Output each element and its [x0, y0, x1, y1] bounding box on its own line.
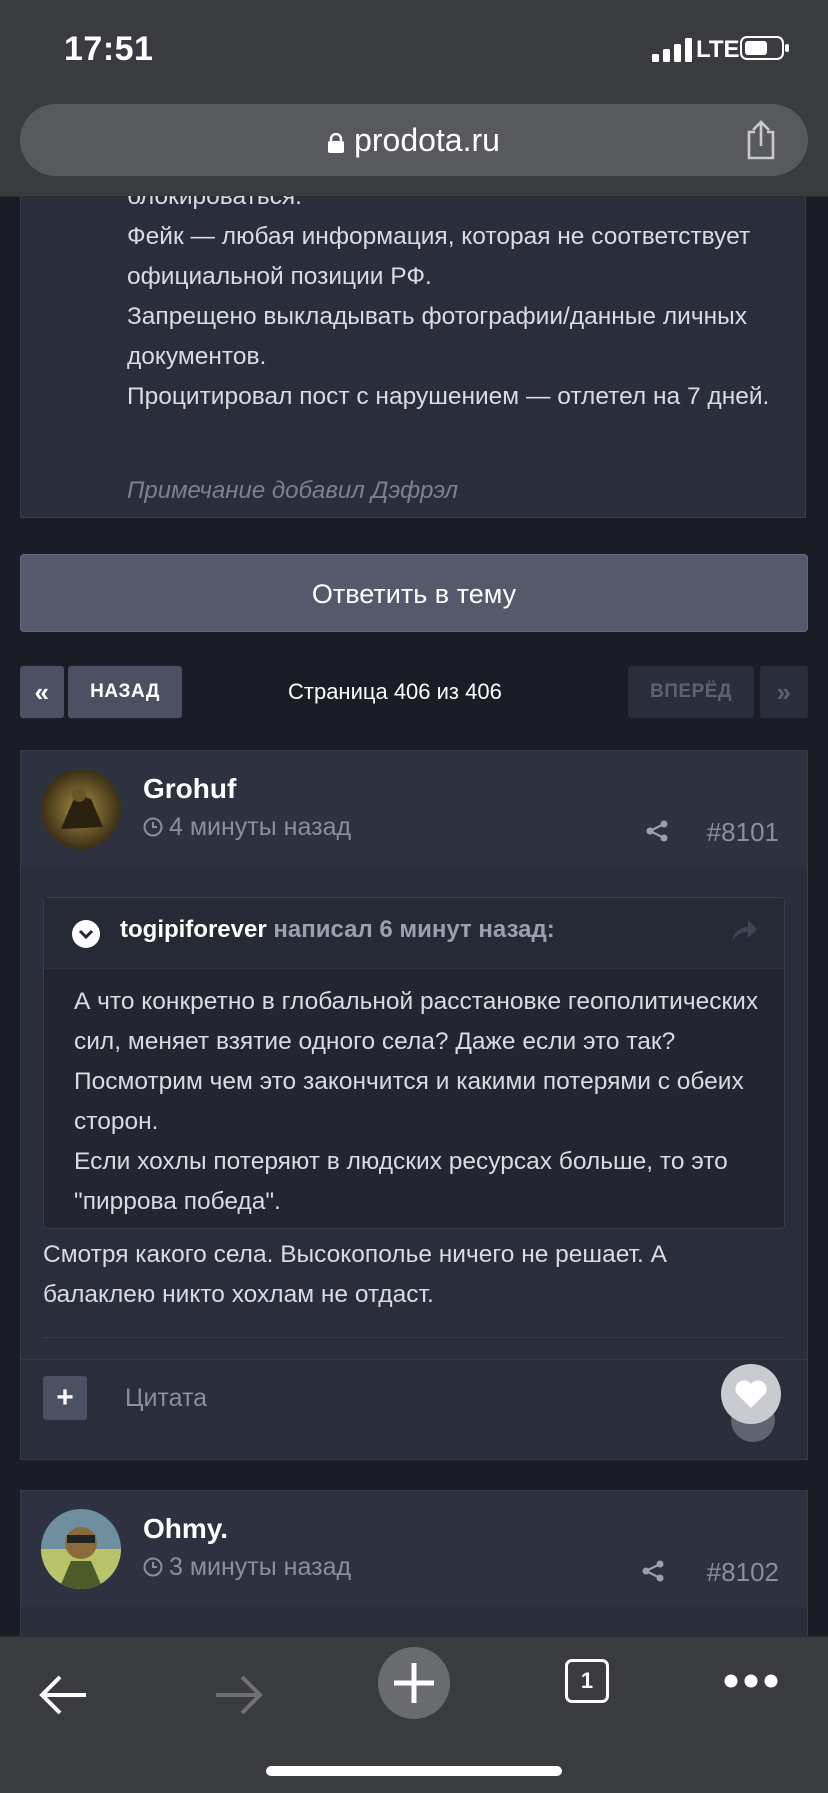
tabs-button[interactable]: 1 [565, 1659, 609, 1703]
post-time-text: 4 минуты назад [169, 813, 352, 841]
share-icon[interactable] [744, 120, 778, 160]
post-divider [43, 1337, 785, 1338]
address-bar[interactable]: prodota.ru [20, 104, 808, 176]
page-content: блокироваться. Фейк — любая информация, … [0, 196, 828, 1636]
post-header: Grohuf 4 минуты назад #8101 [21, 751, 807, 867]
next-page-button[interactable]: ВПЕРЁД [628, 666, 754, 718]
quote-meta: написал 6 минут назад: [266, 916, 555, 943]
share-icon[interactable] [641, 1559, 665, 1583]
like-button[interactable] [721, 1364, 781, 1424]
clock-icon [143, 817, 163, 837]
quote-citation: togipiforever написал 6 минут назад: [120, 916, 555, 944]
prev-page-button[interactable]: НАЗАД [68, 666, 182, 718]
post-time: 3 минуты назад [143, 1553, 351, 1582]
quote-block: togipiforever написал 6 минут назад: А ч… [43, 897, 785, 1229]
url-text: prodota.ru [354, 122, 500, 158]
notice-line: Запрещено выкладывать фотографии/данные … [127, 303, 747, 370]
moderator-notice: блокироваться. Фейк — любая информация, … [20, 196, 806, 518]
forum-post: Grohuf 4 минуты назад #8101 togipiforeve… [20, 750, 808, 1360]
avatar[interactable] [41, 1509, 121, 1589]
tabs-count: 1 [580, 1668, 594, 1693]
quote-author[interactable]: togipiforever [120, 916, 267, 943]
quote-header: togipiforever написал 6 минут назад: [44, 898, 784, 969]
page-indicator: Страница 406 из 406 [288, 679, 502, 704]
first-page-button[interactable]: « [20, 666, 64, 718]
go-to-quote-icon[interactable] [730, 918, 758, 944]
pagination: « НАЗАД Страница 406 из 406 ВПЕРЁД » [20, 666, 808, 718]
chevron-down-icon[interactable] [72, 920, 100, 948]
quote-button[interactable]: Цитата [125, 1384, 207, 1413]
reply-to-topic-button[interactable]: Ответить в тему [20, 554, 808, 632]
post-time-text: 3 минуты назад [169, 1553, 352, 1581]
notice-line: Процитировал пост с нарушением — отлетел… [127, 383, 770, 410]
clock-icon [143, 1557, 163, 1577]
battery-icon [740, 36, 789, 60]
quote-line: А что конкретно в глобальной расстановке… [74, 988, 759, 1135]
new-tab-plus-icon[interactable] [378, 1647, 450, 1719]
quote-text: А что конкретно в глобальной расстановке… [74, 982, 764, 1222]
notice-line: блокироваться. [127, 196, 302, 210]
status-time: 17:51 [64, 30, 154, 68]
notice-line: Фейк — любая информация, которая не соот… [127, 223, 751, 290]
forward-arrow-icon[interactable] [212, 1673, 264, 1717]
home-indicator [266, 1766, 562, 1776]
post-author[interactable]: Ohmy. [143, 1513, 228, 1545]
more-menu-icon[interactable] [724, 1673, 778, 1689]
post-time: 4 минуты назад [143, 813, 351, 842]
multiquote-button[interactable]: + [43, 1376, 87, 1420]
notice-text: блокироваться. Фейк — любая информация, … [127, 196, 797, 417]
post-number[interactable]: #8102 [707, 1557, 779, 1588]
back-arrow-icon[interactable] [38, 1673, 90, 1717]
quote-line: Если хохлы потеряют в людских ресурсах б… [74, 1148, 728, 1215]
share-icon[interactable] [645, 819, 669, 843]
post-number[interactable]: #8101 [707, 817, 779, 848]
heart-icon [735, 1380, 767, 1408]
post-footer: + Цитата [20, 1360, 808, 1460]
post-author[interactable]: Grohuf [143, 773, 236, 805]
browser-address-area: prodota.ru [0, 96, 828, 197]
forum-post: Ohmy. 3 минуты назад #8102 [20, 1490, 808, 1636]
signal-icon [652, 38, 692, 62]
lock-icon [328, 132, 345, 153]
network-type: LTE [696, 36, 740, 63]
post-text: Смотря какого села. Высокополье ничего н… [43, 1241, 667, 1308]
status-bar: 17:51 LTE [0, 0, 828, 96]
notice-author-note: Примечание добавил Дэфрэл [127, 477, 459, 504]
last-page-button[interactable]: » [760, 666, 808, 718]
post-header: Ohmy. 3 минуты назад #8102 [21, 1491, 807, 1607]
avatar[interactable] [41, 769, 121, 849]
